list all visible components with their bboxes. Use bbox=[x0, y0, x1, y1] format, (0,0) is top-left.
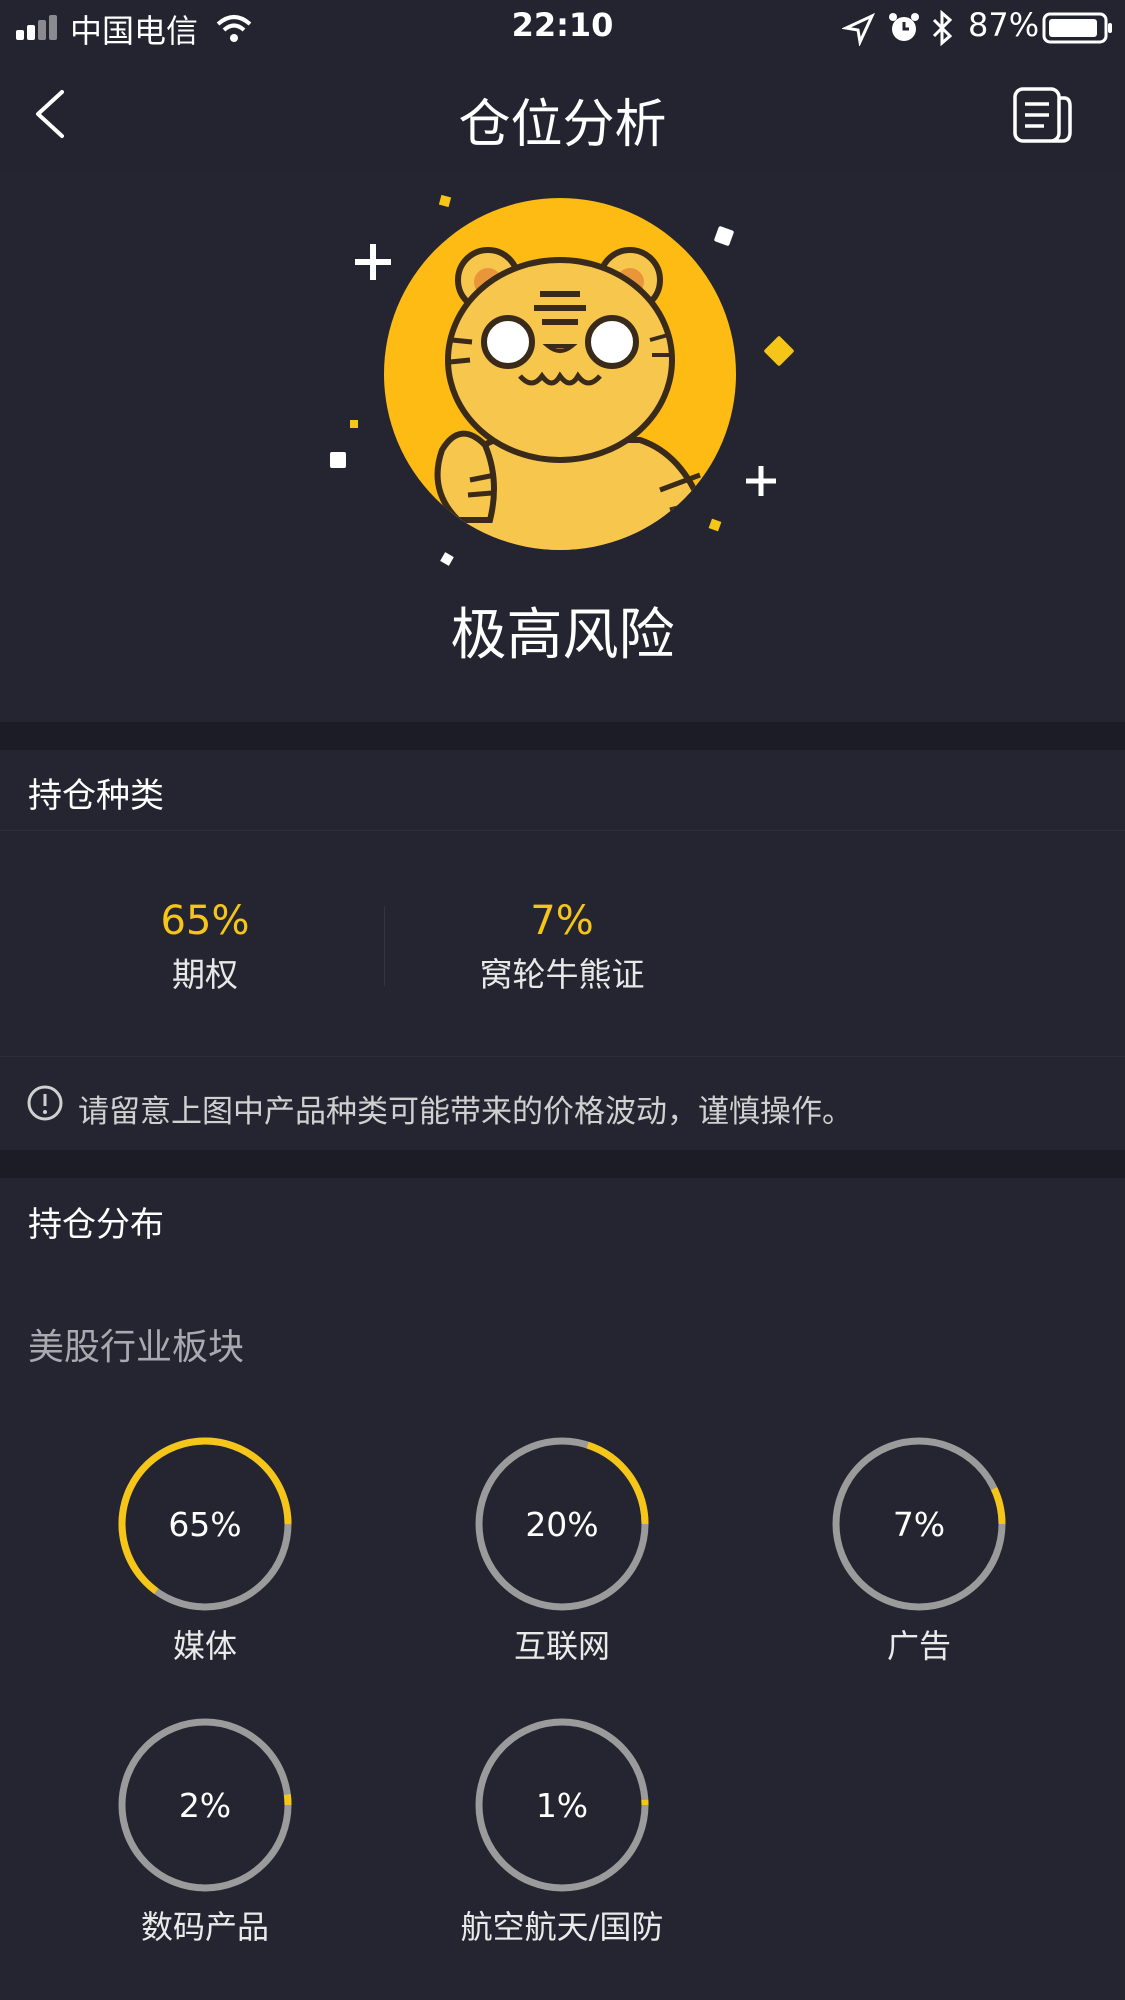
section-divider bbox=[0, 1150, 1125, 1178]
page-title: 仓位分析 bbox=[458, 95, 667, 155]
sector-donut: 7% bbox=[832, 1437, 1006, 1611]
sector-label: 互联网 bbox=[513, 1627, 610, 1665]
donut-percent: 7% bbox=[893, 1505, 945, 1544]
info-exclamation-icon bbox=[27, 1085, 63, 1121]
sector-donut: 1% bbox=[475, 1718, 649, 1892]
tiger-mascot bbox=[330, 194, 794, 566]
holding-type-label: 窝轮牛熊证 bbox=[479, 955, 645, 994]
risk-level-label: 极高风险 bbox=[450, 603, 675, 668]
document-icon[interactable] bbox=[1012, 84, 1074, 144]
sector-donut-grid: 65% 20% 7% 2% 1% bbox=[0, 1420, 1125, 1960]
battery-icon bbox=[1042, 12, 1112, 44]
holding-types-title: 持仓种类 bbox=[28, 776, 164, 816]
sector-donut: 20% bbox=[475, 1437, 649, 1611]
sector-subtitle: 美股行业板块 bbox=[28, 1327, 245, 1368]
donut-percent: 20% bbox=[525, 1505, 598, 1544]
donut-percent: 1% bbox=[536, 1786, 588, 1825]
bluetooth-icon bbox=[932, 10, 953, 46]
sector-label: 媒体 bbox=[172, 1627, 237, 1665]
donut-percent: 65% bbox=[168, 1505, 241, 1544]
status-time: 22:10 bbox=[511, 6, 614, 44]
donut-percent: 2% bbox=[179, 1786, 231, 1825]
distribution-title: 持仓分布 bbox=[28, 1205, 164, 1245]
alarm-icon bbox=[889, 13, 919, 41]
holding-type-value: 65% bbox=[160, 898, 250, 944]
sector-label: 广告 bbox=[886, 1627, 951, 1665]
sector-donut: 65% bbox=[118, 1437, 292, 1611]
notice-text: 请留意上图中产品种类可能带来的价格波动，谨慎操作。 bbox=[78, 1094, 853, 1130]
sector-label: 数码产品 bbox=[140, 1908, 269, 1946]
battery-percent: 87% bbox=[968, 6, 1040, 44]
sector-donut: 2% bbox=[118, 1718, 292, 1892]
sector-label: 航空航天/国防 bbox=[460, 1908, 664, 1946]
holding-type-value: 7% bbox=[530, 898, 594, 944]
section-divider bbox=[0, 722, 1125, 750]
location-icon bbox=[842, 12, 876, 46]
divider-line bbox=[0, 830, 1125, 831]
sector-donuts: 65% 20% 7% 2% 1% bbox=[118, 1437, 1006, 1892]
holding-type-label: 期权 bbox=[172, 955, 238, 994]
divider-line bbox=[0, 1056, 1125, 1057]
